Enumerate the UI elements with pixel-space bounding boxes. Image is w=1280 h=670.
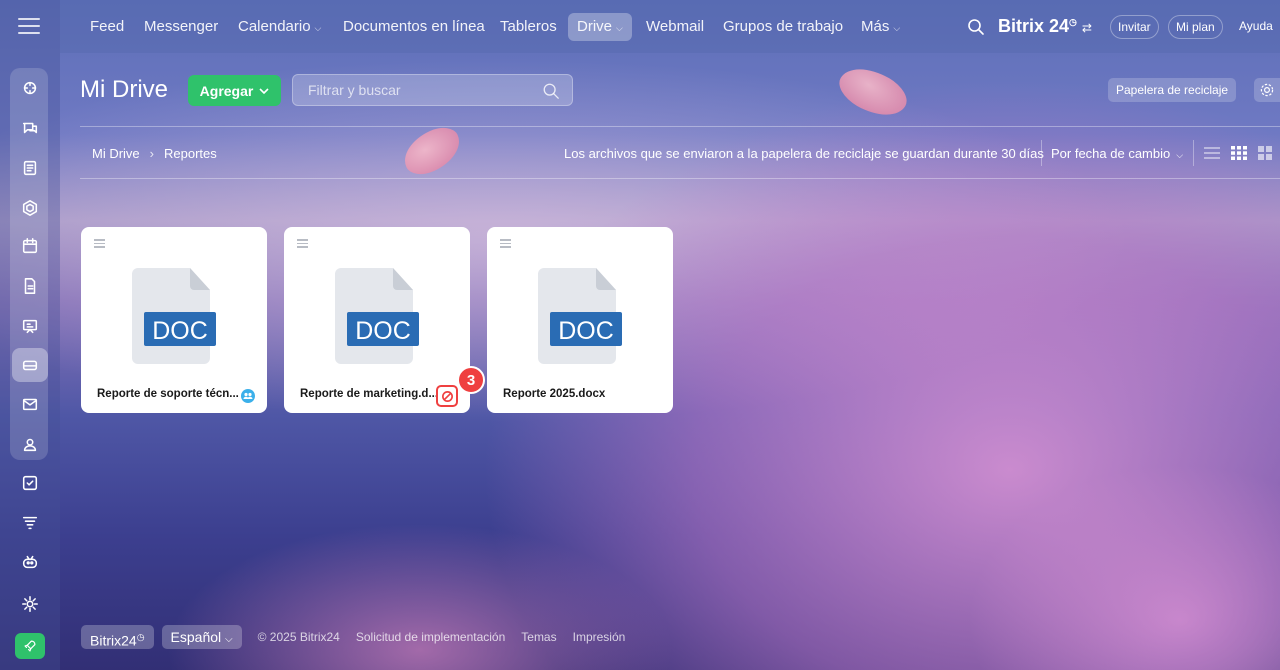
doc-file-icon: DOC (335, 268, 419, 364)
settings-button[interactable] (1254, 78, 1280, 102)
left-sidebar (0, 0, 60, 670)
divider (1041, 140, 1042, 166)
help-button[interactable]: Ayuda (1232, 15, 1280, 39)
footer-copyright: © 2025 Bitrix24 (257, 630, 340, 644)
grid-view-icon[interactable] (1231, 146, 1247, 160)
document-icon[interactable] (14, 270, 46, 302)
file-name[interactable]: Reporte 2025.docx (503, 388, 605, 400)
search-icon[interactable] (966, 17, 986, 37)
svg-text:DOC: DOC (152, 317, 208, 345)
page-title: Mi Drive (80, 76, 168, 103)
top-navigation: Feed Messenger Calendario ⌵ Documentos en… (60, 0, 1280, 53)
robot-icon[interactable] (14, 546, 46, 578)
search-input[interactable] (293, 75, 533, 105)
svg-text:DOC: DOC (355, 317, 411, 345)
drag-handle-icon[interactable] (94, 239, 105, 250)
list-view-icon[interactable] (1204, 146, 1220, 160)
funnel-icon[interactable] (14, 507, 46, 539)
add-button[interactable]: Agregar (188, 75, 281, 106)
news-icon[interactable] (14, 152, 46, 184)
file-card[interactable]: DOC Reporte de marketing.d... (284, 227, 470, 413)
chevron-down-icon: ⌵ (893, 23, 901, 33)
breadcrumb: Mi Drive › Reportes (92, 146, 217, 161)
settings-icon[interactable] (14, 588, 46, 620)
shared-icon (241, 389, 255, 403)
calendar-icon[interactable] (14, 230, 46, 262)
nav-item-messenger[interactable]: Messenger (135, 13, 227, 41)
contacts-icon[interactable] (14, 428, 46, 460)
gear-icon (1260, 83, 1274, 97)
filter-search-box[interactable] (292, 74, 573, 106)
mail-icon[interactable] (14, 388, 46, 420)
nav-item-drive[interactable]: Drive ⌵ (568, 13, 632, 41)
footer-link[interactable]: Solicitud de implementación (356, 630, 505, 644)
nav-item-feed[interactable]: Feed (81, 13, 133, 41)
bitrix24-logo[interactable]: Bitrix 24◷ ⇄ (998, 16, 1092, 37)
chevron-down-icon: ⌵ (225, 634, 233, 645)
footer-link[interactable]: Impresión (573, 630, 626, 644)
chevron-right-icon: › (149, 146, 155, 161)
nav-item-boards[interactable]: Tableros (491, 13, 566, 41)
divider (80, 126, 1280, 127)
invite-button[interactable]: Invitar (1110, 15, 1159, 39)
language-selector[interactable]: Español ⌵ (161, 625, 242, 649)
chevron-down-icon: ⌵ (1176, 150, 1184, 160)
chevron-down-icon (259, 87, 269, 94)
svg-text:DOC: DOC (558, 317, 614, 345)
boards-icon[interactable] (14, 310, 46, 342)
activity-icon[interactable] (14, 72, 46, 104)
recycle-bin-button[interactable]: Papelera de reciclaje (1108, 78, 1237, 102)
large-grid-view-icon[interactable] (1258, 146, 1272, 160)
nav-item-webmail[interactable]: Webmail (637, 13, 713, 41)
footer-brand-button[interactable]: Bitrix24◷ (81, 625, 154, 649)
divider (1193, 140, 1194, 166)
menu-icon[interactable] (18, 18, 40, 34)
breadcrumb-item[interactable]: Mi Drive (92, 146, 140, 161)
nav-item-calendar[interactable]: Calendario ⌵ (229, 13, 330, 41)
footer: Bitrix24◷ Español ⌵ © 2025 Bitrix24 Soli… (81, 625, 625, 649)
sort-dropdown[interactable]: Por fecha de cambio ⌵ (1051, 146, 1183, 161)
doc-file-icon: DOC (538, 268, 622, 364)
doc-file-icon: DOC (132, 268, 216, 364)
nav-item-more[interactable]: Más ⌵ (852, 13, 909, 41)
file-card[interactable]: DOC Reporte 2025.docx (487, 227, 673, 413)
chevron-down-icon: ⌵ (616, 23, 623, 33)
drag-handle-icon[interactable] (297, 239, 308, 250)
nav-item-online-docs[interactable]: Documentos en línea (334, 13, 494, 41)
footer-link[interactable]: Temas (521, 630, 556, 644)
step-marker-badge: 3 (457, 366, 485, 394)
nav-item-workgroups[interactable]: Grupos de trabajo (714, 13, 852, 41)
chevron-down-icon: ⌵ (314, 23, 322, 33)
rocket-icon[interactable] (15, 633, 45, 659)
decorative-petal (396, 121, 468, 181)
search-icon[interactable] (542, 82, 560, 100)
tasks-icon[interactable] (14, 467, 46, 499)
drive-icon[interactable] (12, 348, 48, 382)
divider (80, 178, 1280, 179)
file-card[interactable]: DOC Reporte de soporte técn... (81, 227, 267, 413)
file-name[interactable]: Reporte de soporte técn... (97, 388, 239, 400)
recycle-notice: Los archivos que se enviaron a la papele… (564, 146, 1044, 161)
drag-handle-icon[interactable] (500, 239, 511, 250)
decorative-petal (832, 57, 914, 127)
hexagon-icon[interactable] (14, 192, 46, 224)
my-plan-button[interactable]: Mi plan (1168, 15, 1223, 39)
chat-icon[interactable] (14, 112, 46, 144)
blocked-icon[interactable] (436, 385, 458, 407)
file-name[interactable]: Reporte de marketing.d... (300, 388, 438, 400)
breadcrumb-item[interactable]: Reportes (164, 146, 217, 161)
